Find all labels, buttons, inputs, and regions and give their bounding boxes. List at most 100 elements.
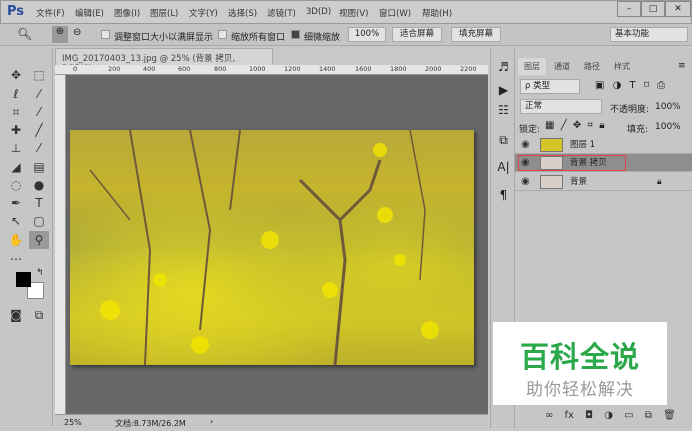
workspace-select[interactable]: 基本功能	[610, 27, 688, 42]
foreground-color-swatch[interactable]	[16, 272, 31, 287]
eyedropper-tool-icon[interactable]: ⁄	[29, 103, 49, 121]
zoom-in-icon[interactable]: ⊕	[52, 26, 68, 43]
ruler-tick: 1600	[355, 65, 372, 73]
screen-mode-icon[interactable]: ⧉	[29, 306, 49, 324]
close-button[interactable]: ✕	[665, 1, 691, 17]
status-bar: 25% 文档:8.73M/26.2M ›	[55, 414, 488, 429]
tree-branches-image	[89, 129, 439, 366]
menu-help[interactable]: 帮助(H)	[422, 7, 452, 19]
stamp-tool-icon[interactable]: ⊥	[6, 139, 26, 157]
tools-panel: ✥ ⬚ ℓ ⁄ ⌗ ⁄ ✚ ╱ ⊥ ⁄ ◢ ▤ ◌ ● ✒ T ↖ ▢ ✋ ⚲ …	[3, 48, 53, 426]
blend-mode-value: 正常	[525, 101, 543, 111]
menu-image[interactable]: 图像(I)	[114, 7, 140, 19]
menu-edit[interactable]: 编辑(E)	[75, 7, 104, 19]
horizontal-ruler: 0 200 400 600 800 1000 1200 1400 1600 18…	[55, 65, 488, 75]
blur-tool-icon[interactable]: ◌	[6, 176, 26, 194]
watermark-title: 百科全说	[519, 340, 640, 374]
vertical-ruler	[55, 75, 66, 414]
layer-thumbnail	[540, 138, 563, 152]
layer-row-selected[interactable]: ◉ 背景 拷贝	[515, 154, 692, 172]
opacity-label: 不透明度:	[610, 105, 650, 115]
paragraph-panel-icon[interactable]: ¶	[491, 188, 516, 202]
zoom-tool-preset-icon[interactable]: 🔍︎	[17, 27, 32, 41]
lock-icons[interactable]: ▦ ╱ ✥ ⌗ 🔒︎	[545, 120, 605, 131]
status-menu-arrow[interactable]: ›	[210, 417, 213, 426]
brush-tool-icon[interactable]: ╱	[29, 121, 49, 139]
quick-mask-icon[interactable]: ◙	[6, 306, 26, 324]
zoom-100-button[interactable]: 100%	[348, 27, 386, 42]
ruler-tick: 1800	[390, 65, 407, 73]
magic-wand-tool-icon[interactable]: ⁄	[29, 85, 49, 103]
ruler-tick: 1400	[319, 65, 336, 73]
panel-menu-icon[interactable]: ≡	[678, 61, 686, 71]
actions-panel-icon[interactable]: ▶	[491, 83, 516, 97]
watermark-subtitle: 助你轻松解决	[526, 380, 634, 400]
maximize-button[interactable]: □	[641, 1, 665, 17]
resize-windows-checkbox[interactable]	[101, 30, 110, 42]
menu-select[interactable]: 选择(S)	[228, 7, 257, 19]
dodge-tool-icon[interactable]: ●	[29, 176, 49, 194]
healing-brush-icon[interactable]: ✚	[6, 121, 26, 139]
marquee-tool-icon[interactable]: ⬚	[29, 66, 49, 84]
blend-mode-select[interactable]: 正常	[520, 99, 602, 114]
character-panel-icon[interactable]: A|	[491, 160, 516, 174]
tab-styles[interactable]: 样式	[608, 58, 636, 75]
ruler-tick: 200	[108, 65, 121, 73]
document-image[interactable]	[70, 129, 474, 366]
menu-type[interactable]: 文字(Y)	[189, 7, 218, 19]
opacity-input[interactable]: 100%	[655, 102, 681, 112]
minimize-button[interactable]: –	[617, 1, 641, 17]
document-tab[interactable]: IMG_20170403_13.jpg @ 25% (背景 拷贝, RGB/8)…	[55, 48, 273, 74]
menu-file[interactable]: 文件(F)	[36, 7, 65, 19]
menu-layer[interactable]: 图层(L)	[150, 7, 178, 19]
menu-window[interactable]: 窗口(W)	[379, 7, 411, 19]
scrubby-zoom-checkbox[interactable]	[291, 30, 300, 42]
layer-filter-select[interactable]: ρ 类型	[520, 79, 580, 94]
tab-channels[interactable]: 通道	[548, 58, 576, 75]
zoom-level[interactable]: 25%	[64, 418, 82, 427]
ruler-tick: 400	[143, 65, 156, 73]
visibility-eye-icon[interactable]: ◉	[521, 173, 530, 191]
layer-panel-footer-icons[interactable]: ∞ fx ◘ ◑ ▭ ⧉ 🗑	[545, 410, 676, 421]
shape-tool-icon[interactable]: ▢	[29, 212, 49, 230]
ruler-tick: 600	[178, 65, 191, 73]
menu-view[interactable]: 视图(V)	[339, 7, 368, 19]
ruler-tick: 2200	[460, 65, 477, 73]
ruler-tick: 2000	[425, 65, 442, 73]
tab-layers[interactable]: 图层	[518, 58, 546, 75]
swap-colors-icon[interactable]: ↰	[36, 268, 44, 278]
gradient-tool-icon[interactable]: ▤	[29, 158, 49, 176]
tab-paths[interactable]: 路径	[578, 58, 606, 75]
fit-screen-button[interactable]: 适合屏幕	[392, 27, 442, 42]
layer-row[interactable]: ◉ 图层 1	[515, 136, 692, 154]
path-selection-icon[interactable]: ↖	[6, 212, 26, 230]
move-tool-icon[interactable]: ✥	[6, 66, 26, 84]
zoom-all-checkbox[interactable]	[218, 30, 227, 42]
fill-screen-button[interactable]: 填充屏幕	[451, 27, 501, 42]
properties-panel-icon[interactable]: ☷	[491, 103, 516, 117]
menu-3d[interactable]: 3D(D)	[306, 7, 331, 17]
visibility-eye-icon[interactable]: ◉	[521, 136, 530, 154]
crop-tool-icon[interactable]: ⌗	[6, 103, 26, 121]
menu-filter[interactable]: 滤镜(T)	[267, 7, 296, 19]
ruler-tick: 1200	[284, 65, 301, 73]
zoom-tool-icon[interactable]: ⚲	[29, 231, 49, 249]
ruler-tick: 800	[214, 65, 227, 73]
history-panel-icon[interactable]: ♬	[491, 60, 516, 74]
layer-row[interactable]: ◉ 背景 🔒︎	[515, 173, 692, 191]
layer-name: 背景	[570, 177, 588, 187]
workspace-value: 基本功能	[615, 29, 650, 39]
pen-tool-icon[interactable]: ✒	[6, 194, 26, 212]
layer-name: 图层 1	[570, 140, 596, 150]
lasso-tool-icon[interactable]: ℓ	[6, 85, 26, 103]
clone-source-icon[interactable]: ⧉	[491, 133, 516, 148]
filter-icons[interactable]: ▣ ◑ T ⌑ ⎙	[595, 80, 665, 91]
eraser-tool-icon[interactable]: ◢	[6, 158, 26, 176]
zoom-all-label: 缩放所有窗口	[231, 33, 286, 43]
zoom-out-icon[interactable]: ⊖	[73, 27, 81, 38]
history-brush-icon[interactable]: ⁄	[29, 139, 49, 157]
more-tools-icon[interactable]: ⋯	[6, 250, 26, 268]
type-tool-icon[interactable]: T	[29, 194, 49, 212]
hand-tool-icon[interactable]: ✋	[6, 231, 26, 249]
fill-input[interactable]: 100%	[655, 122, 681, 132]
